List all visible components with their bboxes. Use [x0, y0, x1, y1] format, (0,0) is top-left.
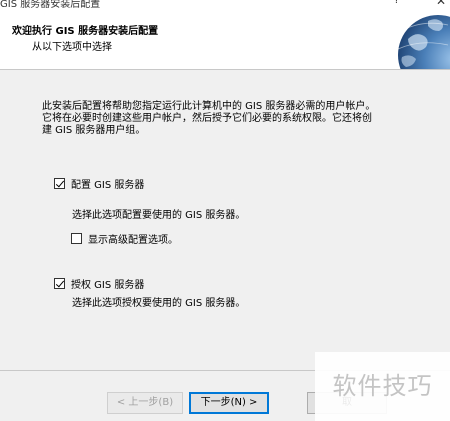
authorize-gis-server-description: 选择此选项授权要使用的 GIS 服务器。: [72, 298, 246, 309]
configure-gis-server-label: 配置 GIS 服务器: [71, 180, 145, 191]
next-button[interactable]: 下一步(N) >: [189, 392, 269, 414]
header-subtitle: 从以下选项中选择: [32, 42, 112, 53]
title-bar: GIS 服务器安装后配置 ? ✕: [0, 0, 450, 9]
show-advanced-options-label: 显示高级配置选项。: [88, 235, 178, 246]
intro-line-3: 建 GIS 服务器用户组。: [42, 125, 146, 136]
show-advanced-options-option[interactable]: 显示高级配置选项。: [71, 231, 178, 246]
back-button[interactable]: < 上一步(B): [107, 392, 183, 414]
configure-gis-server-description: 选择此选项配置要使用的 GIS 服务器。: [72, 210, 246, 221]
authorize-gis-server-checkbox[interactable]: [54, 278, 65, 289]
header-title: 欢迎执行 GIS 服务器安装后配置: [12, 26, 159, 37]
help-button[interactable]: ?: [394, 0, 399, 6]
watermark: 软件技巧: [315, 352, 450, 421]
intro-line-2: 它将在必要时创建这些用户帐户，然后授予它们必要的系统权限。它还将创: [42, 113, 372, 124]
close-button[interactable]: ✕: [436, 0, 446, 8]
intro-text: 此安装后配置将帮助您指定运行此计算机中的 GIS 服务器必需的用户帐户。 它将在…: [42, 101, 427, 137]
installer-window: GIS 服务器安装后配置 ? ✕ 欢迎执行 GIS 服务器安装后配置 从以下选项…: [0, 0, 450, 421]
intro-line-1: 此安装后配置将帮助您指定运行此计算机中的 GIS 服务器必需的用户帐户。: [42, 101, 376, 112]
wizard-header: 欢迎执行 GIS 服务器安装后配置 从以下选项中选择: [0, 9, 450, 70]
wizard-content: 此安装后配置将帮助您指定运行此计算机中的 GIS 服务器必需的用户帐户。 它将在…: [0, 71, 450, 371]
configure-gis-server-option[interactable]: 配置 GIS 服务器: [54, 176, 144, 191]
show-advanced-options-checkbox[interactable]: [71, 233, 82, 244]
configure-gis-server-checkbox[interactable]: [54, 178, 65, 189]
authorize-gis-server-label: 授权 GIS 服务器: [71, 280, 145, 291]
globe-icon: [397, 15, 450, 69]
authorize-gis-server-option[interactable]: 授权 GIS 服务器: [54, 276, 144, 291]
window-title: GIS 服务器安装后配置: [0, 0, 101, 9]
